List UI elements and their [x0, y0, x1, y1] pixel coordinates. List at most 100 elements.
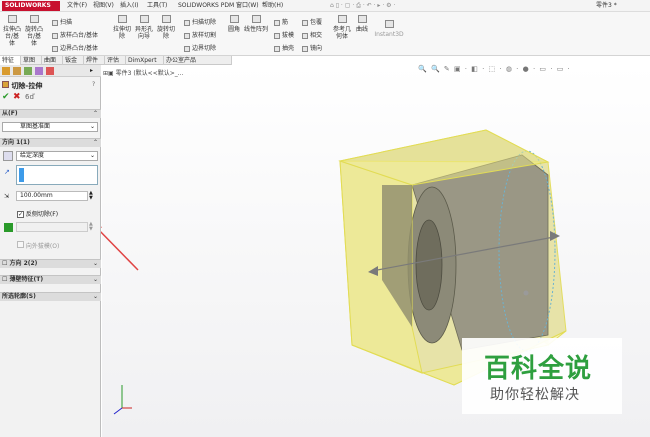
revolve-boss-icon	[29, 15, 39, 23]
drag-handle[interactable]	[523, 290, 529, 296]
draft-icon	[274, 32, 280, 39]
dimxpert-manager-icon[interactable]	[35, 67, 43, 75]
command-tabs: 特征 草图 曲面 钣金 焊件 评估 DimXpert 办公室产品	[0, 56, 232, 65]
chevron-down-icon: ⌄	[89, 152, 95, 159]
wrap-button[interactable]: 包覆	[302, 17, 322, 26]
lofted-cut-icon	[184, 32, 190, 39]
shell-button[interactable]: 抽壳	[274, 43, 294, 52]
quick-access-toolbar[interactable]: ⌂ ▯ · ▢ · ⎙ · ↶ · ▸ · ⚙ ·	[330, 1, 395, 11]
menu-file[interactable]: 文件(F)	[67, 1, 87, 11]
direction-vector-field[interactable]	[16, 165, 98, 185]
menu-view[interactable]: 视图(V)	[93, 1, 114, 11]
fillet-button[interactable]: 圆角	[226, 15, 242, 33]
boundary-boss-button[interactable]: 边界凸台/基体	[52, 43, 98, 52]
expand-icon[interactable]: ▸	[90, 67, 93, 74]
extruded-boss-button[interactable]: 拉伸凸台/基体	[2, 15, 22, 47]
cancel-button[interactable]: ✖	[13, 92, 21, 102]
from-section-header[interactable]: 从(F) ⌃	[0, 109, 101, 118]
loft-boss-button[interactable]: 放样凸台/基体	[52, 30, 98, 39]
lofted-cut-button[interactable]: 放样切割	[184, 30, 216, 39]
boundary-cut-button[interactable]: 边界切除	[184, 43, 216, 52]
sweep-icon	[52, 19, 58, 26]
boundary-cut-icon	[184, 45, 190, 52]
rib-button[interactable]: 筋	[274, 17, 288, 26]
feature-manager-icon[interactable]	[2, 67, 10, 75]
flip-side-to-cut-checkbox[interactable]: ✓ 反侧切除(F)	[17, 209, 58, 218]
linear-pattern-button[interactable]: 线性阵列	[244, 15, 268, 33]
extrude-cut-icon	[117, 15, 127, 23]
property-manager-icon[interactable]	[13, 67, 21, 75]
panel-icon-bar: ▸	[0, 65, 101, 77]
draft-angle-input[interactable]	[16, 222, 88, 232]
checkbox-checked-icon: ✓	[17, 211, 24, 218]
ok-button[interactable]: ✔	[2, 92, 10, 102]
from-select[interactable]: 草图基准面 ⌄	[2, 122, 98, 132]
feature-title: 切除-拉伸	[2, 81, 42, 91]
revolve-cut-icon	[161, 15, 171, 23]
chevron-down-icon: ⌄	[92, 260, 98, 267]
reference-geometry-button[interactable]: 参考几何体	[332, 15, 352, 40]
extrude-boss-icon	[7, 15, 17, 23]
tab-sheet-metal[interactable]: 钣金	[63, 56, 84, 65]
property-manager: ▸ 切除-拉伸 ? ✔ ✖ 6ď 从(F) ⌃ 草图基准面 ⌄ 方向 1(1) ⌃ 给…	[0, 65, 101, 437]
swept-cut-icon	[184, 19, 190, 26]
through-hole	[415, 219, 443, 311]
fillet-icon	[229, 15, 239, 23]
selected-contours-section-header[interactable]: 所选轮廓(S) ⌄	[0, 292, 101, 301]
display-manager-icon[interactable]	[46, 67, 54, 75]
thin-feature-section-header[interactable]: ☐ 薄壁特征(T) ⌄	[0, 275, 101, 284]
draft-outward-checkbox[interactable]: 向外拔模(O)	[17, 241, 59, 250]
checkbox-empty-icon	[17, 241, 24, 248]
watermark: 百科全说 助你轻松解决	[462, 338, 622, 414]
draft-button[interactable]: 拔模	[274, 30, 294, 39]
curves-icon	[357, 15, 367, 23]
watermark-title: 百科全说	[484, 354, 593, 384]
menu-insert[interactable]: 插入(I)	[120, 1, 138, 11]
menu-window[interactable]: 窗口(W)	[236, 1, 259, 11]
watermark-subtitle: 助你轻松解决	[490, 387, 580, 403]
direction2-section-header[interactable]: ☐ 方向 2(2) ⌄	[0, 259, 101, 268]
configuration-manager-icon[interactable]	[24, 67, 32, 75]
draft-icon	[4, 223, 13, 232]
curves-button[interactable]: 曲线	[354, 15, 370, 33]
cut-extrude-icon	[2, 81, 9, 88]
mirror-button[interactable]: 镜向	[302, 43, 322, 52]
reverse-direction-icon[interactable]	[3, 151, 13, 161]
extruded-cut-button[interactable]: 拉伸切除	[112, 15, 132, 40]
tab-sketch[interactable]: 草图	[21, 56, 42, 65]
tab-weldments[interactable]: 焊件	[84, 56, 105, 65]
help-icon[interactable]: ?	[92, 81, 95, 88]
hole-wizard-button[interactable]: 异形孔向导	[134, 15, 154, 40]
checkbox-empty-icon: ☐	[2, 276, 8, 283]
tab-office-products[interactable]: 办公室产品	[164, 56, 232, 65]
menu-tools[interactable]: 工具(T)	[147, 1, 167, 11]
revolved-boss-button[interactable]: 旋转凸台/基体	[24, 15, 44, 47]
tab-features[interactable]: 特征	[0, 56, 21, 65]
depth-input[interactable]: 100.00mm	[16, 191, 88, 201]
solidworks-logo[interactable]: SOLIDWORKS	[2, 1, 60, 11]
preview-button[interactable]: 6ď	[25, 93, 34, 101]
sweep-button[interactable]: 扫描	[52, 17, 72, 26]
tab-dimxpert[interactable]: DimXpert	[126, 56, 164, 65]
shell-icon	[274, 45, 280, 52]
depth-spinner[interactable]: ▲ ▼	[89, 191, 93, 201]
menu-help[interactable]: 帮助(H)	[262, 1, 283, 11]
menu-pdm[interactable]: SOLIDWORKS PDM	[178, 1, 234, 11]
intersect-button[interactable]: 相交	[302, 30, 322, 39]
depth-icon: ⇲	[4, 193, 10, 200]
chevron-up-icon: ⌃	[92, 110, 98, 117]
tab-evaluate[interactable]: 评估	[105, 56, 126, 65]
direction-vector-icon: ↗	[4, 168, 10, 176]
command-manager-ribbon: 拉伸凸台/基体 旋转凸台/基体 扫描 放样凸台/基体 边界凸台/基体 拉伸切除 …	[0, 12, 650, 56]
checkbox-empty-icon: ☐	[2, 260, 8, 267]
swept-cut-button[interactable]: 扫描切除	[184, 17, 216, 26]
revolved-cut-button[interactable]: 旋转切除	[156, 15, 176, 40]
instant3d-button[interactable]: Instant3D	[374, 20, 404, 38]
chevron-down-icon: ⌄	[92, 276, 98, 283]
document-title: 零件3 *	[596, 2, 617, 9]
draft-spinner[interactable]: ▲ ▼	[89, 222, 93, 232]
end-condition-select[interactable]: 给定深度 ⌄	[16, 151, 98, 161]
direction1-section-header[interactable]: 方向 1(1) ⌃	[0, 138, 101, 147]
tab-surfaces[interactable]: 曲面	[42, 56, 63, 65]
rib-icon	[274, 19, 280, 26]
